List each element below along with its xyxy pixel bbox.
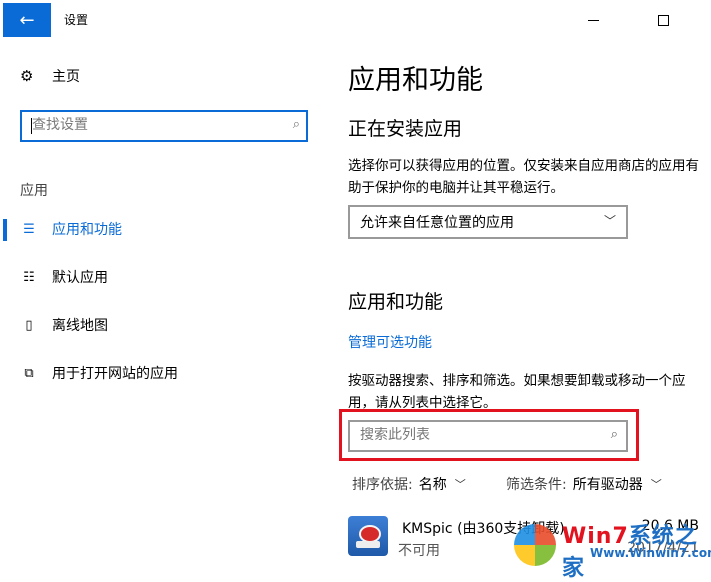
settings-search-input[interactable] [32,117,272,133]
apps-list-icon: ☰ [23,221,35,237]
gear-icon: ⚙ [20,67,34,85]
chevron-down-icon: ﹀ [454,478,466,491]
install-source-dropdown[interactable]: 允许来自任意位置的应用 ﹀ [348,205,628,239]
install-heading: 正在安装应用 [348,118,463,140]
sidebar-item-apps-features[interactable]: ☰ 应用和功能 [0,211,320,247]
chevron-down-icon: ﹀ [603,214,616,228]
sidebar-item-label: 应用和功能 [52,222,122,238]
minimize-icon [587,19,599,21]
filter-value: 所有驱动器 [572,477,643,493]
app-icon [348,516,388,556]
sidebar-section-label: 应用 [20,183,48,199]
dropdown-value: 允许来自任意位置的应用 [360,215,514,231]
settings-search-box[interactable]: ⌕ [20,110,308,142]
sidebar-item-label: 默认应用 [52,270,108,286]
manage-optional-features-link[interactable]: 管理可选功能 [348,332,432,352]
title-bar: ← 设置 [0,0,711,38]
sort-value: 名称 [418,477,447,493]
sort-key-label: 排序依据: [352,477,413,493]
watermark-url: Www.Winwin7.com [590,546,711,560]
active-indicator [3,219,7,241]
app-status: 不可用 [398,543,440,559]
search-icon[interactable]: ⌕ [293,117,300,132]
install-description: 选择你可以获得应用的位置。仅安装来自应用商店的应用有助于保护你的电脑并让其平稳运… [348,158,699,196]
filter-key-label: 筛选条件: [506,477,567,493]
sort-dropdown[interactable]: 排序依据: 名称 ﹀ [352,474,466,494]
watermark: Win7系统之家 Www.Winwin7.com [512,510,711,581]
sidebar-item-label: 离线地图 [52,318,108,334]
maximize-icon [657,14,669,26]
chevron-down-icon: ﹀ [650,478,662,491]
highlight-box [339,409,639,461]
map-icon: ▯ [25,317,33,333]
back-button[interactable]: ← [3,3,51,37]
window-title: 设置 [64,13,89,27]
open-website-icon: ⧉ [24,365,34,381]
sidebar-home[interactable]: ⚙ 主页 [20,66,80,86]
sidebar-home-label: 主页 [52,69,80,85]
apps-description: 按驱动器搜索、排序和筛选。如果想要卸载或移动一个应用，请从列表中选择它。 [348,373,686,411]
page-title: 应用和功能 [348,65,483,96]
sidebar-item-offline-maps[interactable]: ▯ 离线地图 [0,307,320,343]
default-apps-icon: ☷ [23,269,35,285]
back-arrow-icon: ← [19,9,35,31]
sidebar-item-label: 用于打开网站的应用 [52,366,178,382]
sidebar-item-default-apps[interactable]: ☷ 默认应用 [0,259,320,295]
minimize-button[interactable] [570,6,616,34]
filter-dropdown[interactable]: 筛选条件: 所有驱动器 ﹀ [506,474,662,494]
sidebar-item-apps-for-websites[interactable]: ⧉ 用于打开网站的应用 [0,355,320,391]
windows-logo-icon [514,524,556,566]
apps-heading: 应用和功能 [348,291,444,313]
maximize-button[interactable] [640,6,686,34]
